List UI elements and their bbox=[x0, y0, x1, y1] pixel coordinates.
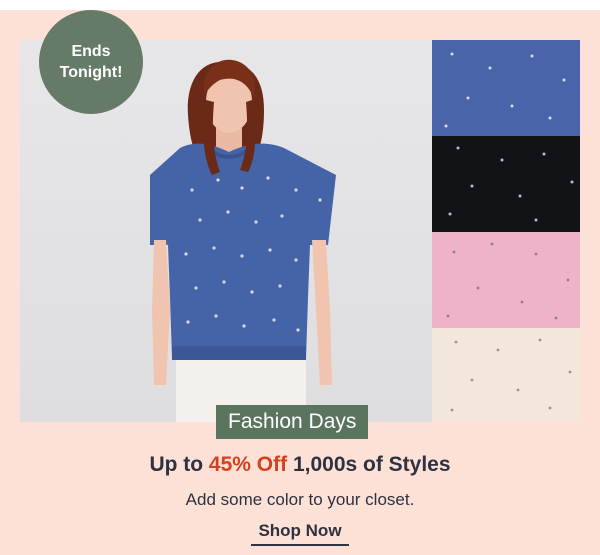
swatch-blue[interactable] bbox=[432, 40, 580, 136]
swatch-black[interactable] bbox=[432, 136, 580, 232]
headline-suffix: 1,000s of Styles bbox=[287, 453, 451, 476]
shop-now-link[interactable]: Shop Now bbox=[251, 521, 349, 546]
badge-line-2: Tonight! bbox=[59, 64, 123, 81]
swatch-pink[interactable] bbox=[432, 232, 580, 328]
badge-text: Ends Tonight! bbox=[46, 41, 136, 83]
ends-tonight-badge: Ends Tonight! bbox=[39, 10, 143, 114]
promo-banner[interactable]: Ends Tonight! Fashion Days Up to 45% Off… bbox=[0, 0, 600, 555]
swatch-black-fabric bbox=[432, 136, 580, 232]
swatch-blue-fabric bbox=[432, 40, 580, 136]
promo-headline: Up to 45% Off 1,000s of Styles bbox=[0, 450, 600, 480]
headline-discount: 45% Off bbox=[208, 453, 288, 476]
swatch-cream[interactable] bbox=[432, 328, 580, 424]
swatch-cream-fabric bbox=[432, 328, 580, 422]
swatch-pink-fabric bbox=[432, 232, 580, 328]
event-label: Fashion Days bbox=[216, 405, 369, 439]
headline-prefix: Up to bbox=[149, 453, 209, 476]
promo-card[interactable]: Ends Tonight! Fashion Days Up to 45% Off… bbox=[0, 10, 600, 555]
promo-subheadline: Add some color to your closet. bbox=[185, 490, 415, 509]
badge-line-1: Ends bbox=[71, 43, 111, 60]
